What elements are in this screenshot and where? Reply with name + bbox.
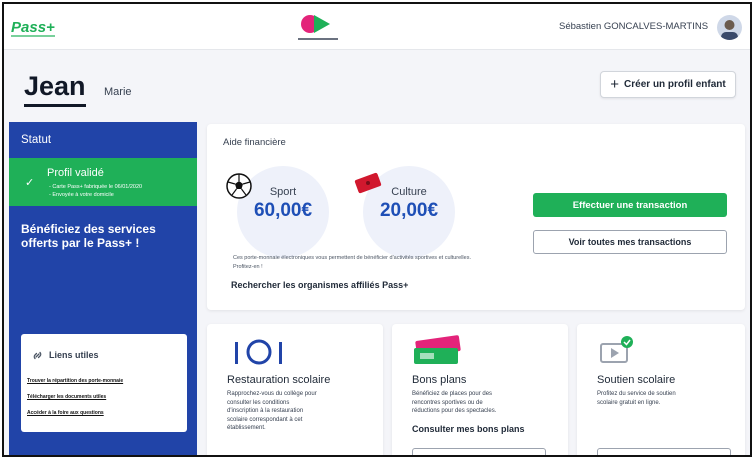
service-card-restauration: Restauration scolaire Rapprochez-vous du… bbox=[207, 324, 383, 455]
plus-icon: + bbox=[610, 76, 620, 93]
tickets-icon bbox=[414, 335, 461, 364]
child-last-name: Marie bbox=[104, 86, 132, 98]
football-icon bbox=[226, 173, 252, 199]
status-validated-box: ✓ Profil validé - Carte Pass+ fabriquée … bbox=[9, 158, 197, 206]
avatar-icon bbox=[721, 20, 738, 40]
check-icon: ✓ bbox=[25, 177, 35, 189]
aid-description: Ces porte-monnaie électroniques vous per… bbox=[233, 255, 471, 270]
search-affiliated-link[interactable]: Rechercher les organismes affiliés Pass+ bbox=[231, 280, 408, 290]
view-deals-link[interactable]: Consulter mes bons plans bbox=[412, 424, 525, 434]
status-label: Profil validé bbox=[47, 167, 104, 179]
financial-aid-card: Aide financière Sport 60,00€ Culture 20,… bbox=[207, 124, 745, 310]
status-shipping-line: - Envoyée à votre domicile bbox=[49, 192, 114, 198]
pass-plus-logo[interactable]: Pass+ bbox=[10, 16, 66, 40]
user-avatar[interactable] bbox=[717, 15, 742, 40]
useful-link-documents[interactable]: Télécharger les documents utiles bbox=[27, 394, 106, 400]
make-transaction-button[interactable]: Effectuer une transaction bbox=[533, 193, 727, 217]
sport-amount: 60,00€ bbox=[253, 200, 313, 221]
promo-text: Bénéficiez des services offerts par le P… bbox=[21, 222, 156, 250]
useful-link-wallet-split[interactable]: Trouver la répartition des porte-monnaie bbox=[27, 378, 123, 384]
service-description: Bénéficiez de places pour des rencontres… bbox=[412, 391, 497, 414]
culture-amount: 20,00€ bbox=[379, 200, 439, 221]
app-frame: Pass+ Sébastien GONCALVES-MARTINS Jean M… bbox=[2, 2, 752, 457]
service-title: Soutien scolaire bbox=[597, 374, 676, 386]
useful-links-title: Liens utiles bbox=[49, 350, 99, 360]
ticket-icon bbox=[354, 172, 382, 194]
service-description: Profitez du service de soutien scolaire … bbox=[597, 391, 676, 406]
create-child-profile-button[interactable]: + Créer un profil enfant bbox=[600, 71, 736, 98]
link-icon bbox=[33, 351, 42, 360]
service-title: Bons plans bbox=[412, 374, 467, 386]
status-title: Statut bbox=[21, 134, 52, 146]
useful-links-card: Liens utiles Trouver la répartition des … bbox=[21, 334, 187, 432]
service-description: Rapprochez-vous du collège pour consulte… bbox=[227, 391, 317, 431]
service-title: Restauration scolaire bbox=[227, 374, 331, 386]
department-logo bbox=[298, 15, 338, 40]
aid-title: Aide financière bbox=[223, 137, 286, 148]
useful-link-faq[interactable]: Accéder à la foire aux questions bbox=[27, 410, 104, 416]
child-first-name: Jean bbox=[24, 71, 86, 101]
create-child-profile-label: Créer un profil enfant bbox=[624, 79, 726, 90]
service-card-soutien: Soutien scolaire Profitez du service de … bbox=[577, 324, 745, 455]
cutlery-icon bbox=[235, 339, 282, 365]
laptop-icon bbox=[600, 336, 633, 363]
access-tutoring-button[interactable]: Accéder bbox=[597, 448, 731, 455]
status-card-line: - Carte Pass+ fabriquée le 06/01/2020 bbox=[49, 184, 143, 190]
access-deals-button[interactable]: Accéder bbox=[412, 448, 546, 455]
name-underline bbox=[24, 104, 86, 107]
service-card-bons-plans: Bons plans Bénéficiez de places pour des… bbox=[392, 324, 568, 455]
view-transactions-button[interactable]: Voir toutes mes transactions bbox=[533, 230, 727, 254]
user-name[interactable]: Sébastien GONCALVES-MARTINS bbox=[559, 21, 708, 32]
top-header: Pass+ Sébastien GONCALVES-MARTINS bbox=[4, 4, 750, 50]
logo-text: Pass+ bbox=[11, 19, 55, 36]
